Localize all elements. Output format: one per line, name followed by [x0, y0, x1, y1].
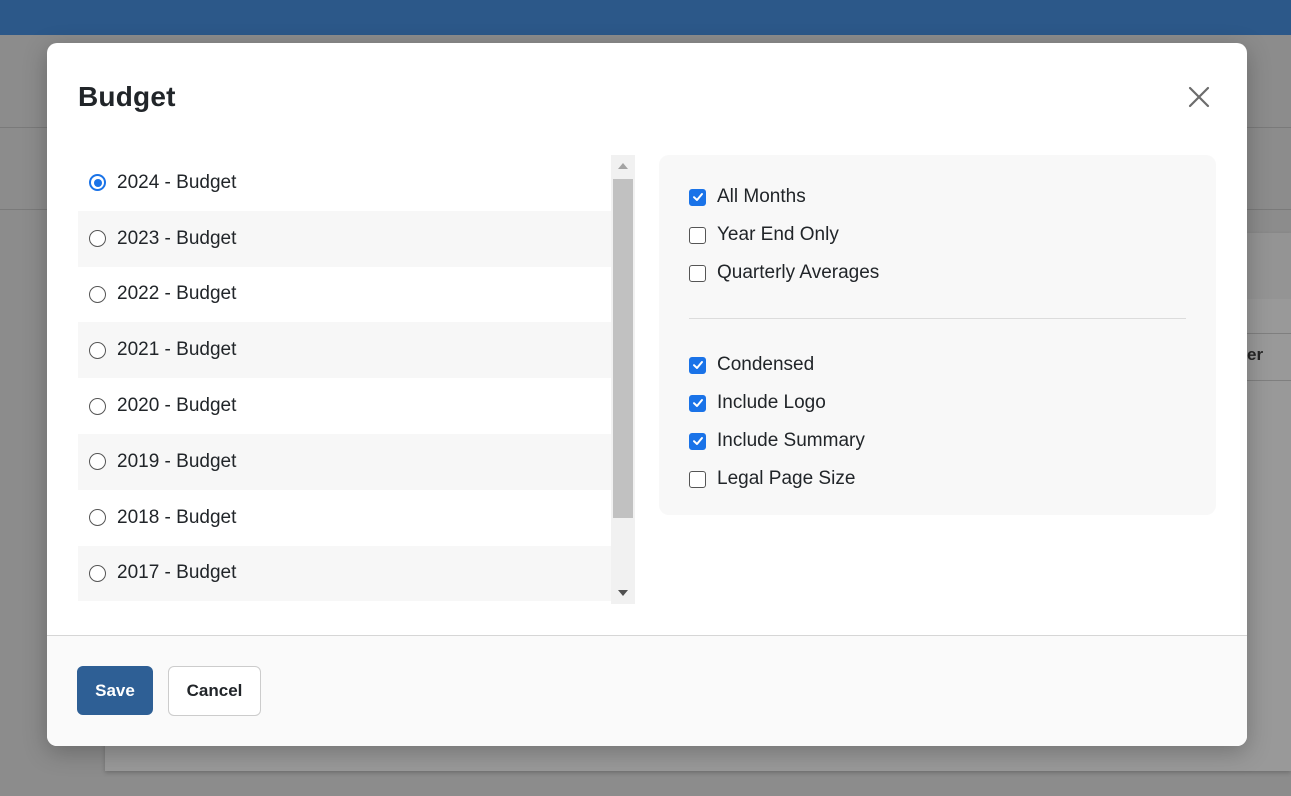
checkmark-icon	[692, 399, 703, 407]
budget-list[interactable]: 2024 - Budget 2023 - Budget 2022 - Budget 2…	[78, 155, 611, 604]
budget-label: 2024 - Budget	[117, 171, 237, 193]
budget-label: 2020 - Budget	[117, 395, 237, 417]
radio-button[interactable]	[89, 341, 106, 359]
option-legal-page-size[interactable]: Legal Page Size	[689, 468, 855, 490]
option-label: Include Logo	[717, 392, 826, 413]
cancel-button[interactable]: Cancel	[168, 666, 261, 716]
checkbox[interactable]	[689, 356, 706, 374]
arrow-up-icon	[618, 163, 628, 169]
arrow-down-icon	[618, 590, 628, 596]
budget-list-container: 2024 - Budget 2023 - Budget 2022 - Budget 2…	[78, 155, 635, 604]
option-label: All Months	[717, 186, 806, 207]
option-label: Quarterly Averages	[717, 262, 880, 283]
option-include-summary[interactable]: Include Summary	[689, 430, 865, 452]
scroll-thumb[interactable]	[613, 179, 633, 518]
checkbox[interactable]	[689, 188, 706, 206]
scroll-up-button[interactable]	[611, 155, 635, 177]
modal-footer: Save Cancel	[47, 635, 1247, 746]
checkmark-icon	[692, 361, 703, 369]
budget-list-item[interactable]: 2021 - Budget	[78, 322, 611, 379]
budget-list-item[interactable]: 2017 - Budget	[78, 545, 611, 602]
radio-button[interactable]	[89, 453, 106, 471]
checkmark-icon	[692, 437, 703, 445]
option-label: Legal Page Size	[717, 468, 856, 489]
option-year-end-only[interactable]: Year End Only	[689, 224, 839, 246]
budget-label: 2019 - Budget	[117, 450, 237, 472]
radio-button[interactable]	[89, 397, 106, 415]
checkbox[interactable]	[689, 394, 706, 412]
radio-button[interactable]	[89, 509, 106, 527]
option-label: Condensed	[717, 354, 815, 375]
radio-button[interactable]	[89, 564, 106, 582]
scroll-down-button[interactable]	[611, 582, 635, 604]
budget-list-item[interactable]: 2020 - Budget	[78, 378, 611, 434]
close-button[interactable]	[1183, 81, 1215, 113]
budget-list-item[interactable]: 2018 - Budget	[78, 490, 611, 546]
app-column-header-text: er	[1247, 345, 1264, 364]
option-include-logo[interactable]: Include Logo	[689, 392, 826, 414]
close-icon	[1188, 86, 1210, 108]
budget-label: 2022 - Budget	[117, 283, 237, 305]
checkbox[interactable]	[689, 432, 706, 450]
option-quarterly-averages[interactable]: Quarterly Averages	[689, 262, 879, 284]
budget-modal: Budget 2024 - Budget 2023 - Budget 2022 - …	[47, 43, 1247, 746]
option-condensed[interactable]: Condensed	[689, 354, 814, 376]
options-divider	[689, 318, 1186, 319]
checkbox[interactable]	[689, 226, 706, 244]
save-button[interactable]: Save	[77, 666, 153, 715]
modal-title: Budget	[78, 81, 176, 112]
radio-button[interactable]	[89, 174, 106, 192]
checkmark-icon	[692, 193, 703, 201]
budget-list-item[interactable]: 2022 - Budget	[78, 267, 611, 323]
option-label: Include Summary	[717, 430, 865, 451]
budget-list-item[interactable]: 2024 - Budget	[78, 155, 611, 211]
budget-label: 2021 - Budget	[117, 339, 237, 361]
budget-label: 2023 - Budget	[117, 227, 237, 249]
checkbox[interactable]	[689, 264, 706, 282]
checkbox[interactable]	[689, 470, 706, 488]
radio-button[interactable]	[89, 230, 106, 248]
budget-list-item[interactable]: 2019 - Budget	[78, 433, 611, 490]
budget-label: 2018 - Budget	[117, 506, 237, 528]
list-scrollbar[interactable]	[611, 155, 635, 604]
radio-button[interactable]	[89, 285, 106, 303]
report-options-panel: All Months Year End Only Quarterly Avera…	[659, 155, 1216, 515]
budget-label: 2017 - Budget	[117, 562, 237, 584]
app-topbar	[0, 0, 1291, 35]
option-label: Year End Only	[717, 224, 839, 245]
budget-list-item[interactable]: 2023 - Budget	[78, 210, 611, 267]
option-all-months[interactable]: All Months	[689, 186, 806, 208]
